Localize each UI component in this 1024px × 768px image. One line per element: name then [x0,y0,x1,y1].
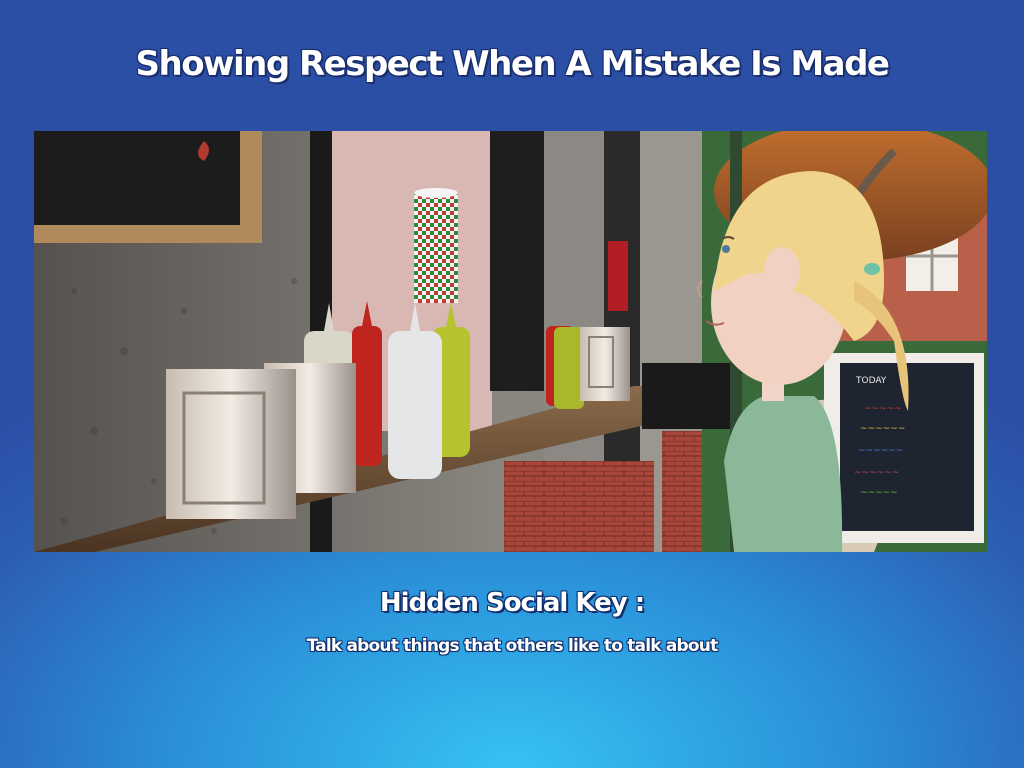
svg-text:TODAY: TODAY [855,376,887,386]
svg-text:~~~~~~: ~~~~~~ [860,424,905,434]
svg-text:~~~~~: ~~~~~ [860,488,898,498]
cafe-scene-image: TODAY ~~~~~ ~~~~~~ ~~~~~~ ~~~~~~ ~~~~~ [34,131,987,552]
hidden-social-key-heading: Hidden Social Key : [379,588,645,618]
svg-text:~~~~~: ~~~~~ [864,404,902,414]
slide-title: Showing Respect When A Mistake Is Made [135,44,891,84]
hidden-social-key-text: Talk about things that others like to ta… [306,636,719,656]
svg-text:~~~~~~: ~~~~~~ [854,468,899,478]
svg-text:~~~~~~: ~~~~~~ [858,446,903,456]
